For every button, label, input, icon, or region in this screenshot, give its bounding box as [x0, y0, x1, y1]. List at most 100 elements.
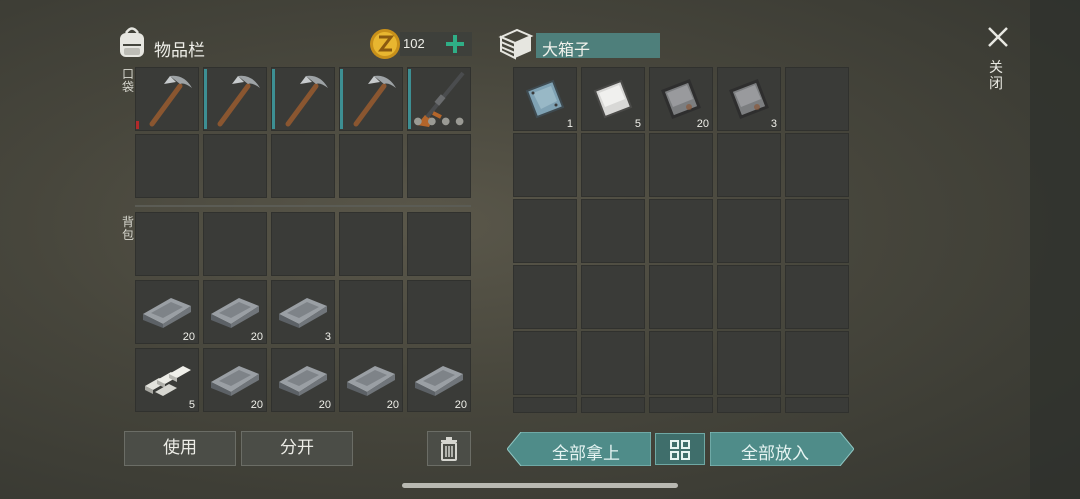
box-slot[interactable]: [513, 199, 577, 263]
coin-icon: [369, 28, 401, 60]
box-slot[interactable]: [785, 265, 849, 329]
durability-bar: [204, 69, 207, 129]
iron-plate-icon: [659, 77, 703, 121]
pocket-slot[interactable]: [203, 67, 267, 131]
aluminum-bars-icon: [141, 362, 193, 398]
backpack-slot[interactable]: [271, 212, 335, 276]
pocket-slot[interactable]: [135, 67, 199, 131]
add-coins-button[interactable]: [443, 32, 467, 56]
backpack-slot[interactable]: [135, 212, 199, 276]
close-icon: [987, 26, 1009, 48]
iron-ingot-icon: [345, 362, 397, 398]
box-slot[interactable]: [581, 265, 645, 329]
trash-icon: [439, 437, 459, 461]
backpack-slot[interactable]: 20: [203, 280, 267, 344]
take-all-button[interactable]: 全部拿上: [507, 432, 651, 466]
section-divider: [135, 205, 471, 207]
box-slot[interactable]: [717, 199, 781, 263]
pocket-slot[interactable]: ● ● ● ●: [407, 67, 471, 131]
coin-count: 102: [403, 36, 425, 51]
item-quantity: 20: [250, 331, 263, 343]
pocket-slot[interactable]: [339, 67, 403, 131]
pocket-slot[interactable]: [407, 134, 471, 198]
box-slot[interactable]: [785, 199, 849, 263]
backpack-slot[interactable]: [339, 212, 403, 276]
backpack-slot[interactable]: [203, 212, 267, 276]
box-slot[interactable]: [785, 331, 849, 395]
backpack-slot[interactable]: 20: [203, 348, 267, 412]
box-slot[interactable]: [581, 331, 645, 395]
backpack-slot[interactable]: [339, 280, 403, 344]
box-slot[interactable]: [513, 133, 577, 197]
put-all-button[interactable]: 全部放入: [710, 432, 854, 466]
iron-ingot-icon: [277, 294, 329, 330]
box-title: 大箱子: [542, 40, 591, 59]
box-slot[interactable]: [513, 265, 577, 329]
pocket-slot[interactable]: [203, 134, 267, 198]
box-slot[interactable]: [717, 331, 781, 395]
durability-bar: [272, 69, 275, 129]
box-slot[interactable]: 20: [649, 67, 713, 131]
backpack-slot[interactable]: 20: [271, 348, 335, 412]
home-indicator: [402, 483, 678, 488]
backpack-icon: [117, 25, 147, 59]
box-slot[interactable]: [649, 199, 713, 263]
box-slot[interactable]: [581, 199, 645, 263]
pocket-label: 口袋: [121, 67, 134, 94]
backpack-slot[interactable]: 20: [135, 280, 199, 344]
box-slot[interactable]: [649, 397, 713, 413]
item-quantity: 5: [188, 399, 195, 411]
box-slot[interactable]: [785, 397, 849, 413]
item-quantity: 20: [318, 399, 331, 411]
backpack-slot[interactable]: 20: [339, 348, 403, 412]
pickaxe-icon: [140, 70, 196, 128]
box-slot[interactable]: [513, 397, 577, 413]
side-panel-strip: [1030, 0, 1080, 499]
backpack-slot[interactable]: 5: [135, 348, 199, 412]
box-icon: [497, 27, 535, 61]
item-quantity: 20: [386, 399, 399, 411]
item-quantity: 20: [696, 118, 709, 130]
iron-ingot-icon: [277, 362, 329, 398]
box-slot[interactable]: [581, 133, 645, 197]
item-quantity: 20: [454, 399, 467, 411]
aluminum-plate-icon: [591, 77, 635, 121]
backpack-slot[interactable]: 20: [407, 348, 471, 412]
take-all-label: 全部拿上: [552, 444, 620, 464]
backpack-slot[interactable]: [407, 280, 471, 344]
box-slot[interactable]: [649, 133, 713, 197]
box-slot[interactable]: [649, 265, 713, 329]
box-slot[interactable]: 3: [717, 67, 781, 131]
pocket-slot[interactable]: [135, 134, 199, 198]
pickaxe-icon: [276, 70, 332, 128]
put-all-label: 全部放入: [741, 444, 809, 464]
pocket-slot[interactable]: [271, 67, 335, 131]
box-slot[interactable]: 1: [513, 67, 577, 131]
box-slot[interactable]: 5: [581, 67, 645, 131]
use-button[interactable]: 使用: [124, 431, 236, 466]
iron-ingot-icon: [209, 362, 261, 398]
box-slot[interactable]: [785, 67, 849, 131]
box-slot[interactable]: [649, 331, 713, 395]
trash-button[interactable]: [427, 431, 471, 466]
pickaxe-icon: [344, 70, 400, 128]
box-slot[interactable]: [717, 397, 781, 413]
ammo-dots: ● ● ● ●: [413, 116, 465, 127]
box-slot[interactable]: [717, 265, 781, 329]
backpack-slot[interactable]: [407, 212, 471, 276]
pocket-slot[interactable]: [271, 134, 335, 198]
backpack-slot[interactable]: 3: [271, 280, 335, 344]
item-quantity: 20: [250, 399, 263, 411]
box-slot[interactable]: [581, 397, 645, 413]
box-slot[interactable]: [513, 331, 577, 395]
box-slot[interactable]: [785, 133, 849, 197]
close-button[interactable]: 关闭: [983, 22, 1013, 102]
box-slot[interactable]: [717, 133, 781, 197]
pocket-slot[interactable]: [339, 134, 403, 198]
sort-button[interactable]: [655, 433, 705, 465]
iron-ingot-icon: [209, 294, 261, 330]
steel-plate-icon: [523, 77, 567, 121]
iron-plate-icon: [727, 77, 771, 121]
close-label: 关闭: [989, 60, 1003, 92]
split-button[interactable]: 分开: [241, 431, 353, 466]
